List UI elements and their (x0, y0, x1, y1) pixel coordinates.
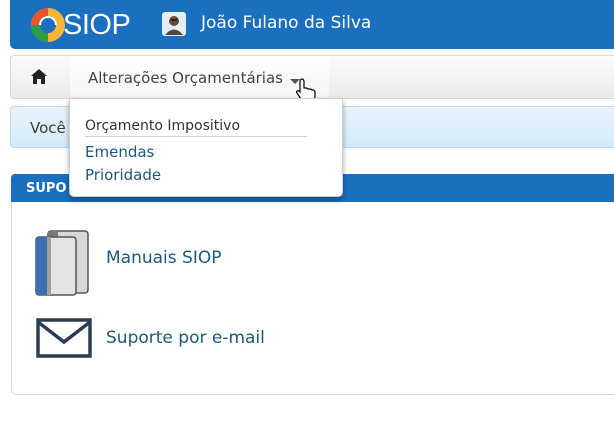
home-icon[interactable] (30, 68, 48, 85)
menu-item-emendas[interactable]: Emendas (85, 143, 154, 161)
user-avatar-icon (162, 12, 186, 36)
menu-alteracoes-orcamentarias[interactable]: Alterações Orçamentárias (70, 57, 329, 97)
breadcrumb-text: Você (30, 119, 66, 137)
support-panel-body (11, 202, 614, 395)
siop-logo-icon[interactable] (30, 7, 66, 43)
books-icon[interactable] (34, 229, 90, 297)
app-logo-text[interactable]: SIOP (63, 9, 131, 42)
support-panel-title: SUPO (26, 181, 67, 196)
dropdown-heading: Orçamento Impositivo (85, 118, 307, 137)
dropdown-menu: Orçamento Impositivo Emendas Prioridade (69, 98, 343, 197)
user-name[interactable]: João Fulano da Silva (201, 13, 371, 33)
envelope-icon[interactable] (36, 318, 92, 358)
menu-item-prioridade[interactable]: Prioridade (85, 166, 161, 184)
menu-alteracoes-label: Alterações Orçamentárias (88, 69, 283, 87)
manuals-link[interactable]: Manuais SIOP (106, 248, 221, 268)
email-support-link[interactable]: Suporte por e-mail (106, 328, 265, 348)
